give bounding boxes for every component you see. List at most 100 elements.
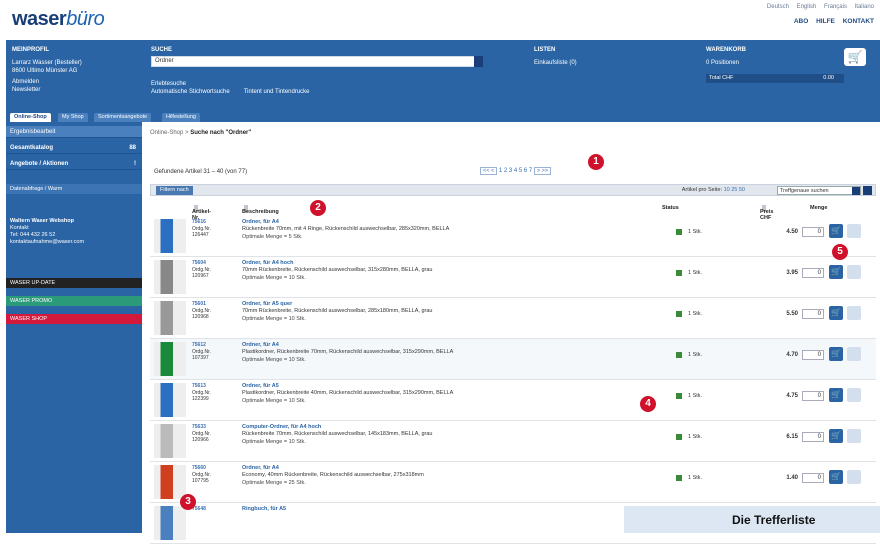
sidebar-data-box[interactable]: Datenabfrage / Warm bbox=[6, 184, 142, 194]
newsletter-link[interactable]: Newsletter bbox=[12, 86, 132, 94]
tab-online-shop[interactable]: Online-Shop bbox=[10, 113, 51, 122]
product-title[interactable]: Ordner, für A5 bbox=[242, 383, 602, 390]
search-option[interactable]: Tintent und Tintendrucke bbox=[244, 89, 310, 95]
nav-help[interactable]: HILFE bbox=[816, 18, 835, 25]
quantity-input[interactable]: 0 bbox=[802, 432, 824, 442]
product-row: 75613 Ordg.Nr. 122399 Ordner, für A5 Pla… bbox=[150, 380, 876, 421]
price: 6.15 bbox=[786, 434, 798, 440]
product-title[interactable]: Computer-Ordner, für A4 hoch bbox=[242, 424, 602, 431]
quantity-input[interactable]: 0 bbox=[802, 268, 824, 278]
lang-link[interactable]: Deutsch bbox=[767, 4, 789, 10]
add-to-cart-icon[interactable]: 🛒 bbox=[829, 347, 843, 361]
add-to-list-icon[interactable] bbox=[847, 429, 861, 443]
quantity-input[interactable]: 0 bbox=[802, 227, 824, 237]
product-title[interactable]: Ordner, für A4 bbox=[242, 342, 602, 349]
product-image[interactable] bbox=[154, 342, 186, 376]
product-details: Plastikordner, Rückenbreite 40mm, Rücken… bbox=[242, 390, 454, 396]
add-to-cart-icon[interactable]: 🛒 bbox=[829, 388, 843, 402]
add-to-cart-icon[interactable]: 🛒 bbox=[829, 265, 843, 279]
filter-button[interactable]: Filtern nach bbox=[156, 186, 193, 195]
tab-bar: Online-Shop My Shop Sortimentsangebote H… bbox=[6, 112, 880, 122]
product-title[interactable]: Ordner, für A4 bbox=[242, 219, 602, 226]
logout-link[interactable]: Abmelden bbox=[12, 78, 132, 86]
quantity-input[interactable]: 0 bbox=[802, 391, 824, 401]
product-image[interactable] bbox=[154, 424, 186, 458]
product-image[interactable] bbox=[154, 383, 186, 417]
last-page-icon[interactable]: > >> bbox=[533, 167, 552, 175]
first-page-icon[interactable]: << < bbox=[480, 167, 498, 175]
product-image[interactable] bbox=[154, 301, 186, 335]
add-to-list-icon[interactable] bbox=[847, 388, 861, 402]
product-image[interactable] bbox=[154, 219, 186, 253]
cart-title[interactable]: WARENKORB bbox=[706, 46, 836, 54]
stock-status-icon bbox=[676, 393, 682, 399]
sidebar-item-catalog[interactable]: Gesamtkatalog 88 bbox=[6, 142, 142, 154]
search-option[interactable]: Automatische Stichwortsuche bbox=[151, 89, 230, 95]
product-image[interactable] bbox=[154, 465, 186, 499]
col-article[interactable]: Artikel-Nr. bbox=[192, 205, 211, 221]
quantity-input[interactable]: 0 bbox=[802, 473, 824, 483]
stock-status-icon bbox=[676, 352, 682, 358]
add-to-list-icon[interactable] bbox=[847, 470, 861, 484]
add-to-cart-icon[interactable]: 🛒 bbox=[829, 429, 843, 443]
main-content: Online-Shop > Suche nach "Ordner" Gefund… bbox=[142, 122, 880, 544]
breadcrumb-home[interactable]: Online-Shop > bbox=[150, 130, 189, 136]
product-title[interactable]: Ringbuch, für A5 bbox=[242, 506, 602, 513]
stock-amount: 1 Stk. bbox=[688, 393, 703, 399]
search-option[interactable]: Erlebtesuche bbox=[151, 80, 491, 88]
search-button[interactable] bbox=[474, 56, 483, 67]
tab-assortment[interactable]: Sortimentsangebote bbox=[94, 113, 152, 122]
product-image[interactable] bbox=[154, 506, 186, 540]
quantity-input[interactable]: 0 bbox=[802, 350, 824, 360]
product-title[interactable]: Ordner, für A4 bbox=[242, 465, 602, 472]
col-price[interactable]: Preis CHF bbox=[760, 205, 773, 221]
add-to-cart-icon[interactable]: 🛒 bbox=[829, 224, 843, 238]
lang-link[interactable]: Français bbox=[824, 4, 847, 10]
add-to-list-icon[interactable] bbox=[847, 265, 861, 279]
col-desc[interactable]: Beschreibung bbox=[242, 205, 279, 215]
cart-positions: 0 Positionen bbox=[706, 60, 740, 66]
stock-amount: 1 Stk. bbox=[688, 475, 703, 481]
product-image[interactable] bbox=[154, 260, 186, 294]
nav-contact[interactable]: KONTAKT bbox=[843, 18, 874, 25]
lang-link[interactable]: English bbox=[797, 4, 817, 10]
article-code: 126447 bbox=[192, 232, 209, 238]
article-code: 120968 bbox=[192, 314, 209, 320]
tab-help[interactable]: Hilfestellung bbox=[162, 113, 200, 122]
product-title[interactable]: Ordner, für A4 hoch bbox=[242, 260, 602, 267]
quantity-input[interactable]: 0 bbox=[802, 309, 824, 319]
grid-icon: 88 bbox=[129, 145, 136, 151]
product-title[interactable]: Ordner, für A5 quer bbox=[242, 301, 602, 308]
tab-my-shop[interactable]: My Shop bbox=[58, 113, 88, 122]
add-to-cart-icon[interactable]: 🛒 bbox=[829, 470, 843, 484]
sidebar-item-results[interactable]: Ergebnisbearbeit bbox=[6, 126, 142, 138]
logo[interactable]: waserbüro bbox=[12, 8, 105, 31]
badge-1: 1 bbox=[588, 154, 604, 170]
product-row: 75633 Ordg.Nr. 120966 Computer-Ordner, f… bbox=[150, 421, 876, 462]
per-page-options[interactable]: 10 25 50 bbox=[724, 187, 745, 193]
add-to-list-icon[interactable] bbox=[847, 224, 861, 238]
cart-icon[interactable]: 🛒 bbox=[844, 48, 866, 66]
add-to-list-icon[interactable] bbox=[847, 347, 861, 361]
contact-email[interactable]: kontaktaufnahme@waser.com bbox=[10, 239, 84, 246]
add-to-list-icon[interactable] bbox=[847, 306, 861, 320]
caption: Die Trefferliste bbox=[624, 506, 880, 533]
sort-go-button[interactable] bbox=[863, 186, 872, 195]
profile-title[interactable]: MEINPROFIL bbox=[12, 46, 132, 54]
promo-update-bar[interactable]: WASER UP-DATE bbox=[6, 278, 142, 288]
search-input[interactable]: Ordner bbox=[151, 56, 479, 67]
lang-link[interactable]: Italiano bbox=[855, 4, 874, 10]
sidebar-item-offers[interactable]: Angebote / Aktionen! bbox=[6, 158, 142, 170]
add-to-cart-icon[interactable]: 🛒 bbox=[829, 306, 843, 320]
shopping-list-link[interactable]: Einkaufsliste (0) bbox=[534, 59, 664, 67]
cart-total-value: 0.00 bbox=[823, 75, 834, 81]
product-row: 75660 Ordg.Nr. 107795 Ordner, für A4 Eco… bbox=[150, 462, 876, 503]
shop-bar[interactable]: WASER SHOP bbox=[6, 314, 142, 324]
article-info: 75604 Ordg.Nr. 120967 bbox=[192, 260, 211, 280]
sort-select[interactable]: Treffgenaue suchen bbox=[777, 186, 861, 195]
page-numbers[interactable]: 1 2 3 4 5 6 7 bbox=[499, 168, 532, 174]
promo-bar[interactable]: WASER PROMO bbox=[6, 296, 142, 306]
nav-abo[interactable]: ABO bbox=[794, 18, 808, 25]
cart-total-label: Total CHF bbox=[709, 75, 734, 81]
badge-2: 2 bbox=[310, 200, 326, 216]
